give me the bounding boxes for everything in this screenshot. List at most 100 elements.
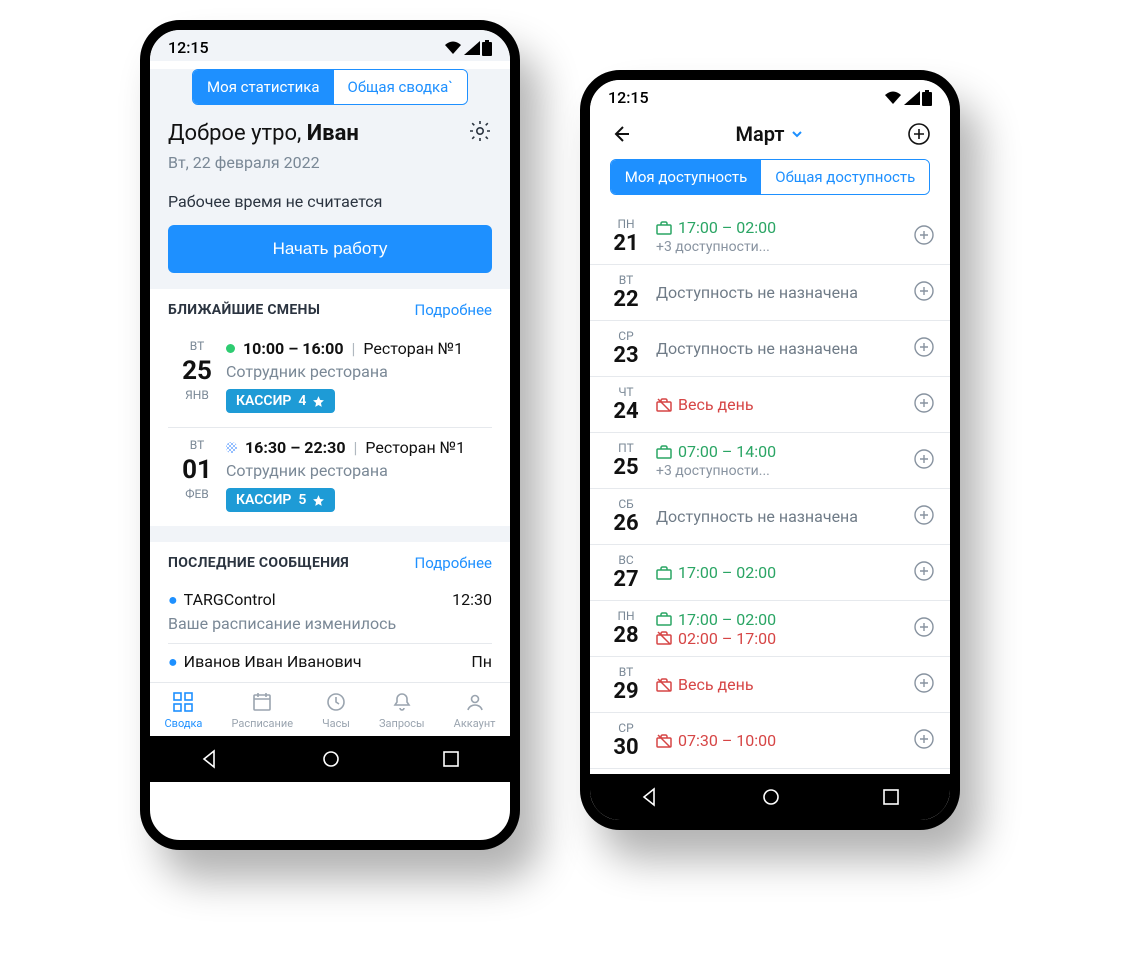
tab-hours-label: Часы xyxy=(322,717,350,730)
tab-schedule[interactable]: Расписание xyxy=(231,691,293,730)
phone-left: 12:15 Моя статистика Общая сводка` Добро… xyxy=(140,20,520,850)
android-nav-bar xyxy=(590,774,950,820)
day-row[interactable]: ВС2717:00 – 02:00 xyxy=(590,545,950,601)
nav-recent-icon[interactable] xyxy=(442,750,460,768)
availability-slot: 07:30 – 10:00 xyxy=(656,731,912,750)
star-icon xyxy=(312,494,325,507)
status-bar: 12:15 xyxy=(150,30,510,61)
shifts-more-link[interactable]: Подробнее xyxy=(415,301,493,319)
wifi-icon xyxy=(884,91,902,105)
no-availability-text: Доступность не назначена xyxy=(656,507,912,526)
shift-row[interactable]: ВТ01ФЕВ16:30 – 22:30|Ресторан №1Сотрудни… xyxy=(168,428,492,526)
start-work-button[interactable]: Начать работу xyxy=(168,225,492,273)
status-dot-icon xyxy=(226,344,235,353)
back-button[interactable] xyxy=(608,121,634,147)
nav-back-icon[interactable] xyxy=(640,787,660,807)
status-dot-icon xyxy=(226,442,237,453)
day-date: СР23 xyxy=(604,329,648,368)
day-date: ПТ25 xyxy=(604,441,648,480)
month-label: Март xyxy=(736,122,785,146)
shift-row[interactable]: ВТ25ЯНВ10:00 – 16:00|Ресторан №1Сотрудни… xyxy=(168,329,492,428)
add-slot-button[interactable] xyxy=(912,391,936,419)
day-row[interactable]: ПН2117:00 – 02:00+3 доступности... xyxy=(590,209,950,265)
availability-slot: 17:00 – 02:00 xyxy=(656,563,912,582)
day-row[interactable]: ВТ22Доступность не назначена xyxy=(590,265,950,321)
no-availability-text: Доступность не назначена xyxy=(656,339,912,358)
gear-icon[interactable] xyxy=(468,119,492,147)
tab-overall-availability[interactable]: Общая доступность xyxy=(761,160,929,194)
month-selector[interactable]: Март xyxy=(736,122,805,146)
add-slot-button[interactable] xyxy=(912,671,936,699)
nav-back-icon[interactable] xyxy=(200,749,220,769)
bottom-tabbar: Сводка Расписание Часы Запросы Аккаунт xyxy=(150,682,510,736)
day-date: ЧТ24 xyxy=(604,385,648,424)
signal-icon xyxy=(904,91,920,105)
briefcase-off-icon xyxy=(656,678,672,692)
wifi-icon xyxy=(444,41,462,55)
grid-icon xyxy=(172,691,194,713)
day-row[interactable]: ПН2817:00 – 02:0002:00 – 17:00 xyxy=(590,601,950,657)
day-row[interactable]: СБ26 Доступность не назначена xyxy=(590,489,950,545)
messages-title: ПОСЛЕДНИЕ СООБЩЕНИЯ xyxy=(168,555,349,571)
availability-toggle: Моя доступность Общая доступность xyxy=(610,159,930,195)
tab-schedule-label: Расписание xyxy=(231,717,293,730)
briefcase-icon xyxy=(656,566,672,580)
add-slot-button[interactable] xyxy=(912,559,936,587)
battery-icon xyxy=(482,40,492,56)
days-list: ПН2117:00 – 02:00+3 доступности...ВТ22До… xyxy=(590,209,950,769)
shift-role: Сотрудник ресторана xyxy=(226,362,492,381)
tab-my-stats[interactable]: Моя статистика xyxy=(193,70,333,104)
day-row[interactable]: ЧТ24Весь день xyxy=(590,377,950,433)
tab-overall-stats[interactable]: Общая сводка` xyxy=(334,70,467,104)
availability-slot: 02:00 – 17:00 xyxy=(656,629,912,648)
day-date: СР30 xyxy=(604,721,648,760)
add-slot-button[interactable] xyxy=(912,223,936,251)
briefcase-icon xyxy=(656,221,672,235)
status-icons xyxy=(444,40,492,56)
availability-slot: Весь день xyxy=(656,675,912,694)
messages-more-link[interactable]: Подробнее xyxy=(415,554,493,572)
add-slot-button[interactable] xyxy=(912,447,936,475)
header-block: Моя статистика Общая сводка` Доброе утро… xyxy=(150,69,510,289)
add-slot-button[interactable] xyxy=(912,279,936,307)
add-slot-button[interactable] xyxy=(912,615,936,643)
tab-my-availability[interactable]: Моя доступность xyxy=(611,160,762,194)
section-divider xyxy=(150,526,510,542)
messages-section: ПОСЛЕДНИЕ СООБЩЕНИЯ Подробнее ●TARGContr… xyxy=(150,542,510,682)
greeting: Доброе утро, Иван xyxy=(168,121,359,146)
signal-icon xyxy=(464,41,480,55)
message-row[interactable]: ●TARGControl12:30Ваше расписание изменил… xyxy=(168,582,492,644)
tab-account-label: Аккаунт xyxy=(454,717,496,730)
android-nav-bar xyxy=(150,736,510,782)
month-header: Март xyxy=(590,111,950,155)
tab-requests[interactable]: Запросы xyxy=(379,691,425,730)
tab-summary[interactable]: Сводка xyxy=(165,691,203,730)
day-row[interactable]: ВТ29Весь день xyxy=(590,657,950,713)
day-row[interactable]: СР30 07:30 – 10:00 xyxy=(590,713,950,769)
upcoming-shifts-section: БЛИЖАЙШИЕ СМЕНЫ Подробнее ВТ25ЯНВ10:00 –… xyxy=(150,289,510,526)
current-date: Вт, 22 февраля 2022 xyxy=(168,153,492,172)
status-time: 12:15 xyxy=(168,38,209,57)
message-text: Ваше расписание изменилось xyxy=(168,614,492,633)
shifts-title: БЛИЖАЙШИЕ СМЕНЫ xyxy=(168,302,320,318)
add-slot-button[interactable] xyxy=(912,335,936,363)
add-slot-button[interactable] xyxy=(912,503,936,531)
day-date: СБ26 xyxy=(604,497,648,536)
shift-time-place: 16:30 – 22:30|Ресторан №1 xyxy=(226,438,492,457)
add-slot-button[interactable] xyxy=(912,727,936,755)
add-availability-button[interactable] xyxy=(906,121,932,147)
nav-home-icon[interactable] xyxy=(761,787,781,807)
briefcase-icon xyxy=(656,612,672,626)
greeting-name: Иван xyxy=(307,121,359,146)
availability-slot: 17:00 – 02:00 xyxy=(656,218,912,237)
nav-home-icon[interactable] xyxy=(321,749,341,769)
user-icon xyxy=(464,691,486,713)
tab-account[interactable]: Аккаунт xyxy=(454,691,496,730)
tab-hours[interactable]: Часы xyxy=(322,691,350,730)
nav-recent-icon[interactable] xyxy=(882,788,900,806)
day-row[interactable]: СР23 Доступность не назначена xyxy=(590,321,950,377)
day-row[interactable]: ПТ2507:00 – 14:00+3 доступности... xyxy=(590,433,950,489)
message-row[interactable]: ●Иванов Иван ИвановичПн xyxy=(168,644,492,682)
day-date: ВТ22 xyxy=(604,273,648,312)
briefcase-off-icon xyxy=(656,734,672,748)
